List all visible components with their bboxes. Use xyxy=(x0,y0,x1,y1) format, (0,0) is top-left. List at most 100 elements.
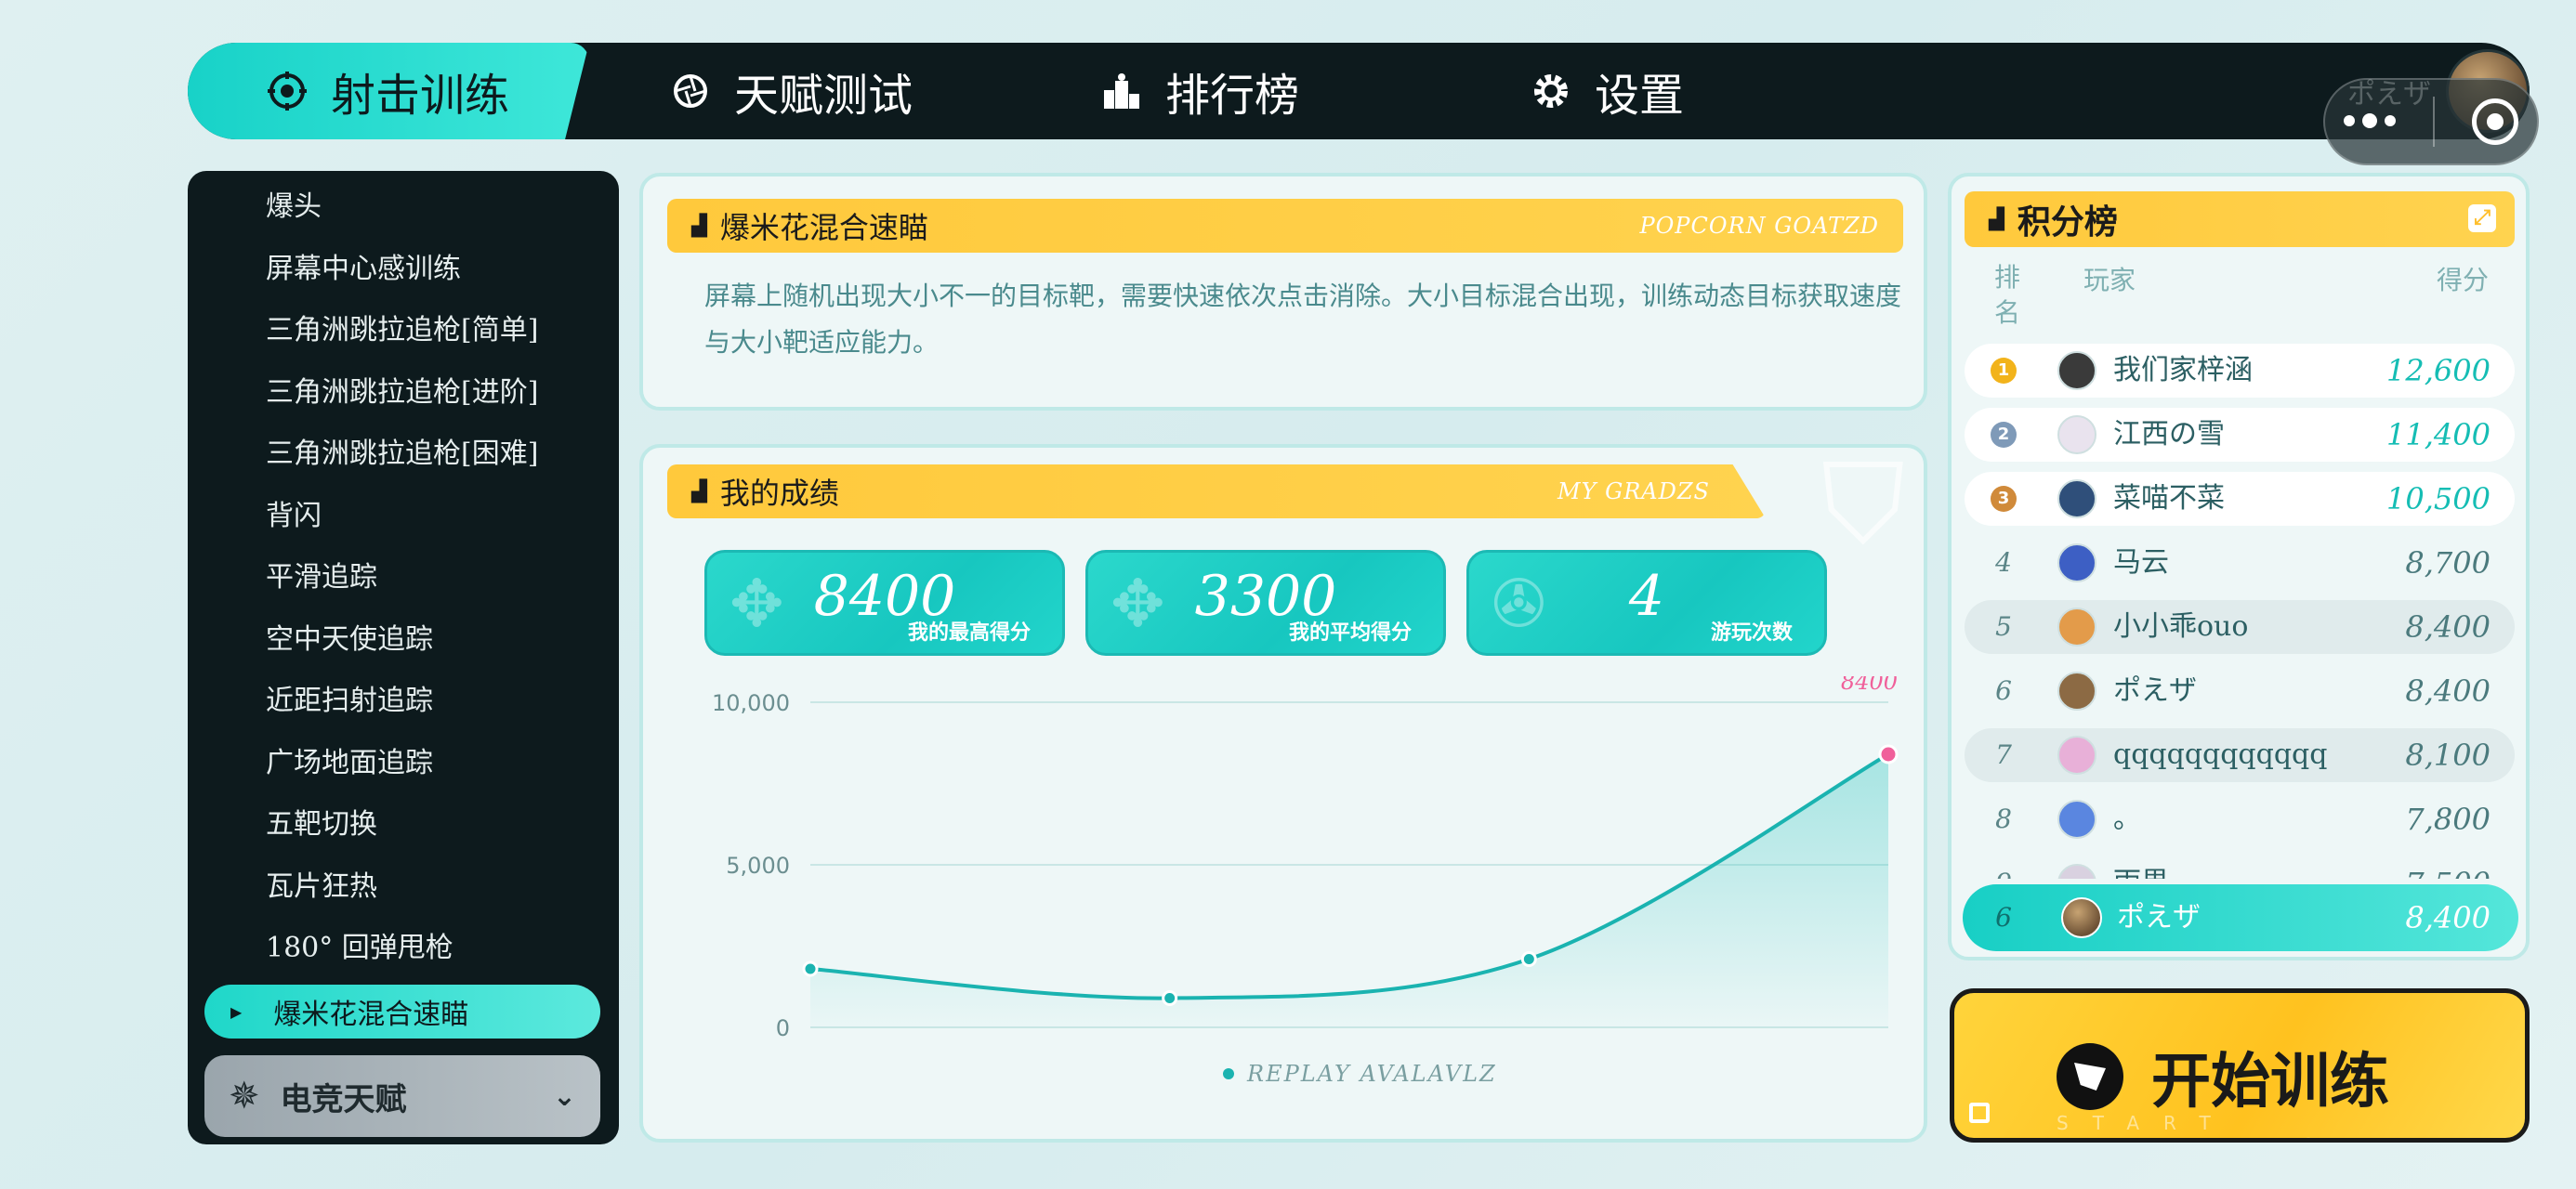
mode-description-text: 屏幕上随机出现大小不一的目标靶，需要快速依次点击消除。大小目标混合出现，训练动态… xyxy=(704,281,1902,358)
tab-shooting-training[interactable]: 射击训练 xyxy=(188,43,589,139)
mode-title-en: POPCORN GOATZD xyxy=(1639,213,1879,239)
sidebar-item-popcorn-active[interactable]: ▶ 爆米花混合速瞄 xyxy=(204,985,600,1039)
row-score: 8,700 xyxy=(2405,545,2491,581)
highlight-point xyxy=(1878,744,1899,764)
row-rank: 7 xyxy=(1995,739,2012,770)
leaderboard-columns: 排名 玩家 得分 xyxy=(1952,260,2526,328)
row-rank: 4 xyxy=(1995,547,2012,578)
target-icon xyxy=(267,72,307,111)
row-player-name: qqqqqqqqqqqq xyxy=(2113,738,2328,771)
leaderboard-row[interactable]: 8 。 7,800 xyxy=(1965,792,2515,846)
sidebar-item-close-strafe[interactable]: 近距扫射追踪 xyxy=(266,678,433,725)
stat-play-count: ✇ 4 游玩次数 xyxy=(1466,550,1827,656)
esports-talent-dropdown[interactable]: ✵ 电竞天赋 ⌄ xyxy=(204,1055,600,1137)
mini-program-capsule xyxy=(2323,78,2539,165)
row-rank: 6 xyxy=(1995,675,2012,706)
avatar xyxy=(2057,800,2096,839)
tab-label: 排行榜 xyxy=(1165,70,1300,122)
more-icon[interactable] xyxy=(2344,113,2396,128)
leaderboard-row[interactable]: 3 菜喵不菜 10,500 xyxy=(1965,472,2515,526)
podium-icon: ▟ xyxy=(1989,207,2004,231)
top-nav: 射击训练 天赋测试 排行榜 设置 ポえザ xyxy=(188,43,2530,139)
tab-label: 天赋测试 xyxy=(734,70,913,122)
mode-title: 爆米花混合速瞄 xyxy=(719,210,928,245)
stat-average-score: ✥ 3300 我的平均得分 xyxy=(1085,550,1446,656)
my-rank-row[interactable]: 6 ポえザ 8,400 xyxy=(1963,884,2518,951)
legend-label: REPLAY AVALAVLZ xyxy=(1246,1061,1497,1087)
leaderboard-row[interactable]: 4 马云 8,700 xyxy=(1965,536,2515,590)
podium-icon: ▟ xyxy=(691,479,707,503)
trophy-icon: ⛉ xyxy=(1821,440,1905,569)
sidebar-item-label: 爆米花混合速瞄 xyxy=(273,999,469,1031)
row-player-name: 。 xyxy=(2113,803,2141,835)
avatar xyxy=(2057,864,2096,879)
col-player: 玩家 xyxy=(2083,265,2136,295)
start-training-label-en: START TRAINING xyxy=(2057,1112,2315,1138)
avatar xyxy=(2057,736,2096,775)
tab-leaderboard[interactable]: 排行榜 xyxy=(1102,43,1299,139)
leaderboard-list[interactable]: 1 我们家梓涵 12,600 2 江西の雪 11,400 3 菜喵不菜 10,500 4 马云 8,7… xyxy=(1952,344,2526,879)
tab-talent-test[interactable]: 天赋测试 xyxy=(671,43,913,139)
gear-icon xyxy=(1531,72,1571,111)
row-player-name: 马云 xyxy=(2113,546,2169,579)
dropdown-label: 电竞天赋 xyxy=(280,1080,407,1118)
my-score: 8,400 xyxy=(2405,900,2491,935)
sidebar-item-plaza-ground[interactable]: 广场地面追踪 xyxy=(266,740,433,787)
leaderboard-row[interactable]: 9 雨界 7,500 xyxy=(1965,856,2515,879)
sidebar-item-180-flick[interactable]: 180° 回弹甩枪 xyxy=(266,925,453,972)
tab-settings[interactable]: 设置 xyxy=(1531,43,1684,139)
star-burst-icon: ✵ xyxy=(229,1075,260,1117)
sidebar-item-tile-frenzy[interactable]: 瓦片狂热 xyxy=(266,864,377,910)
sidebar-item-five-target[interactable]: 五靶切换 xyxy=(266,802,377,848)
sidebar-item-smooth-tracking[interactable]: 平滑追踪 xyxy=(266,555,377,601)
my-grades-panel: ⛉ ▟ 我的成绩 MY GRADZS ✥ 8400 我的最高得分 ✥ 3300 … xyxy=(639,440,1927,1143)
corner-bracket-icon xyxy=(1969,1103,1990,1123)
leaderboard-row[interactable]: 5 小小乖ouo 8,400 xyxy=(1965,600,2515,654)
row-score: 10,500 xyxy=(2386,481,2491,516)
row-player-name: 我们家梓涵 xyxy=(2113,354,2253,386)
play-arrow-icon: ▶ xyxy=(230,1002,243,1021)
sidebar-item-delta-easy[interactable]: 三角洲跳拉追枪[简单] xyxy=(266,307,538,354)
mode-description-panel: ▟ 爆米花混合速瞄 POPCORN GOATZD 屏幕上随机出现大小不一的目标靶… xyxy=(639,173,1927,411)
tab-label: 设置 xyxy=(1595,70,1685,122)
training-mode-sidebar: 爆头 屏幕中心感训练 三角洲跳拉追枪[简单] 三角洲跳拉追枪[进阶] 三角洲跳拉… xyxy=(188,171,619,1144)
row-player-name: 菜喵不菜 xyxy=(2113,482,2225,515)
leaderboard-row[interactable]: 7 qqqqqqqqqqqq 8,100 xyxy=(1965,728,2515,782)
row-player-name: 小小乖ouo xyxy=(2113,610,2249,643)
row-score: 8,400 xyxy=(2405,609,2491,645)
sidebar-item-headshot[interactable]: 爆头 xyxy=(266,184,322,230)
avatar xyxy=(2057,415,2096,454)
leaderboard-row[interactable]: 6 ポえザ 8,400 xyxy=(1965,664,2515,718)
silver-medal-icon: 2 xyxy=(1991,422,2017,448)
sidebar-item-delta-hard[interactable]: 三角洲跳拉追枪[困难] xyxy=(266,431,538,477)
sidebar-item-back-flash[interactable]: 背闪 xyxy=(266,493,322,540)
col-rank: 排名 xyxy=(1994,262,2021,328)
start-training-button[interactable]: 开始训练 START TRAINING xyxy=(1950,988,2530,1143)
sidebar-item-center-screen[interactable]: 屏幕中心感训练 xyxy=(266,246,461,293)
row-score: 12,600 xyxy=(2386,353,2491,388)
bronze-medal-icon: 3 xyxy=(1991,486,2017,512)
sidebar-item-delta-advanced[interactable]: 三角洲跳拉追枪[进阶] xyxy=(266,370,538,416)
aperture-icon xyxy=(671,72,710,111)
row-score: 8,400 xyxy=(2405,673,2491,709)
legend-dot xyxy=(1223,1068,1234,1079)
y-tick-label: 10,000 xyxy=(712,690,790,716)
podium-icon xyxy=(1102,72,1141,111)
close-circle-icon[interactable] xyxy=(2472,98,2518,145)
chart-svg: 0 5,000 10,000 8400 REPLAY AVALAVLZ xyxy=(712,669,1899,1087)
leaderboard-row[interactable]: 1 我们家梓涵 12,600 xyxy=(1965,344,2515,398)
sidebar-item-air-angel[interactable]: 空中天使追踪 xyxy=(266,617,433,663)
data-point xyxy=(1162,990,1178,1006)
grades-title-bar: ▟ 我的成绩 MY GRADZS xyxy=(667,464,1766,518)
row-score: 7,500 xyxy=(2405,856,2491,879)
data-point xyxy=(802,960,819,977)
grades-title: 我的成绩 xyxy=(719,476,839,511)
expand-icon[interactable]: ⤢ xyxy=(2468,204,2496,232)
start-training-label: 开始训练 xyxy=(2151,1048,2389,1117)
leaderboard-row[interactable]: 2 江西の雪 11,400 xyxy=(1965,408,2515,462)
gold-medal-icon: 1 xyxy=(1991,358,2017,384)
avatar xyxy=(2057,479,2096,518)
stat-label: 我的平均得分 xyxy=(1288,621,1412,645)
avatar xyxy=(2057,608,2096,647)
stat-label: 我的最高得分 xyxy=(907,621,1031,645)
